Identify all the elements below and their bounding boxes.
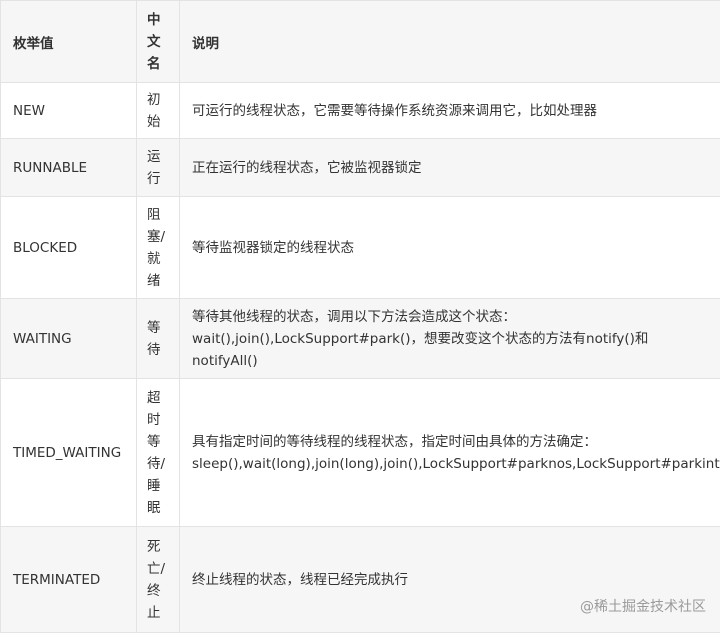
description: 终止线程的状态，线程已经完成执行 [180, 527, 720, 633]
cn-char: 亡/ [147, 558, 169, 580]
cn-char: 止 [147, 602, 169, 624]
enum-value: RUNNABLE [1, 139, 137, 197]
cn-char: 死 [147, 536, 169, 558]
cn-name: 死 亡/ 终 止 [137, 527, 180, 633]
enum-value: TERMINATED [1, 527, 137, 633]
header-cn-char: 文 [147, 31, 169, 53]
desc-line: 等待其他线程的状态，调用以下方法会造成这个状态： [192, 306, 708, 328]
description: 等待监视器锁定的线程状态 [180, 197, 720, 299]
cn-char: 行 [147, 168, 169, 190]
cn-name: 超 时 等 待/ 睡 眠 [137, 379, 180, 527]
table-row: WAITING 等 待 等待其他线程的状态，调用以下方法会造成这个状态： wai… [1, 299, 720, 379]
cn-name: 运 行 [137, 139, 180, 197]
enum-value: WAITING [1, 299, 137, 379]
cn-char: 运 [147, 146, 169, 168]
desc-line: wait(),join(),LockSupport#park()，想要改变这个状… [192, 328, 708, 350]
description: 具有指定时间的等待线程的线程状态，指定时间由具体的方法确定： sleep(),w… [180, 379, 720, 527]
table-row: TERMINATED 死 亡/ 终 止 终止线程的状态，线程已经完成执行 [1, 527, 720, 633]
desc-line: notifyAll() [192, 350, 708, 372]
watermark: @稀土掘金技术社区 [580, 596, 706, 616]
cn-char: 待/ [147, 453, 169, 475]
table-row: TIMED_WAITING 超 时 等 待/ 睡 眠 具有指定时间的等待线程的线… [1, 379, 720, 527]
cn-char: 等 [147, 317, 169, 339]
cn-name: 等 待 [137, 299, 180, 379]
cn-char: 终 [147, 580, 169, 602]
cn-char: 初 [147, 89, 169, 111]
header-desc: 说明 [180, 1, 720, 83]
header-cn: 中 文 名 [137, 1, 180, 83]
cn-char: 始 [147, 111, 169, 133]
cn-char: 就 [147, 248, 169, 270]
cn-name: 初 始 [137, 83, 180, 139]
cn-char: 等 [147, 431, 169, 453]
table-row: BLOCKED 阻 塞/ 就 绪 等待监视器锁定的线程状态 [1, 197, 720, 299]
desc-line: 终止线程的状态，线程已经完成执行 [192, 569, 708, 591]
description: 等待其他线程的状态，调用以下方法会造成这个状态： wait(),join(),L… [180, 299, 720, 379]
header-cn-char: 中 [147, 9, 169, 31]
cn-char: 待 [147, 339, 169, 361]
cn-char: 眠 [147, 497, 169, 519]
enum-value: TIMED_WAITING [1, 379, 137, 527]
desc-line: 正在运行的线程状态，它被监视器锁定 [192, 157, 708, 179]
table-row: RUNNABLE 运 行 正在运行的线程状态，它被监视器锁定 [1, 139, 720, 197]
table-row: NEW 初 始 可运行的线程状态，它需要等待操作系统资源来调用它，比如处理器 [1, 83, 720, 139]
cn-char: 塞/ [147, 226, 169, 248]
desc-line: sleep(),wait(long),join(long),join(),Loc… [192, 453, 708, 475]
table-header-row: 枚举值 中 文 名 说明 [1, 1, 720, 83]
desc-line: 可运行的线程状态，它需要等待操作系统资源来调用它，比如处理器 [192, 100, 708, 122]
cn-char: 睡 [147, 475, 169, 497]
desc-line: 具有指定时间的等待线程的线程状态，指定时间由具体的方法确定： [192, 431, 708, 453]
cn-char: 超 [147, 387, 169, 409]
header-cn-char: 名 [147, 53, 169, 75]
description: 正在运行的线程状态，它被监视器锁定 [180, 139, 720, 197]
cn-char: 时 [147, 409, 169, 431]
description: 可运行的线程状态，它需要等待操作系统资源来调用它，比如处理器 [180, 83, 720, 139]
enum-value: NEW [1, 83, 137, 139]
cn-name: 阻 塞/ 就 绪 [137, 197, 180, 299]
desc-line: 等待监视器锁定的线程状态 [192, 237, 708, 259]
cn-char: 绪 [147, 270, 169, 292]
cn-char: 阻 [147, 204, 169, 226]
header-enum: 枚举值 [1, 1, 137, 83]
thread-state-table: 枚举值 中 文 名 说明 NEW 初 始 可运行的线程状态，它需要等待操作系统资… [0, 0, 720, 633]
enum-value: BLOCKED [1, 197, 137, 299]
